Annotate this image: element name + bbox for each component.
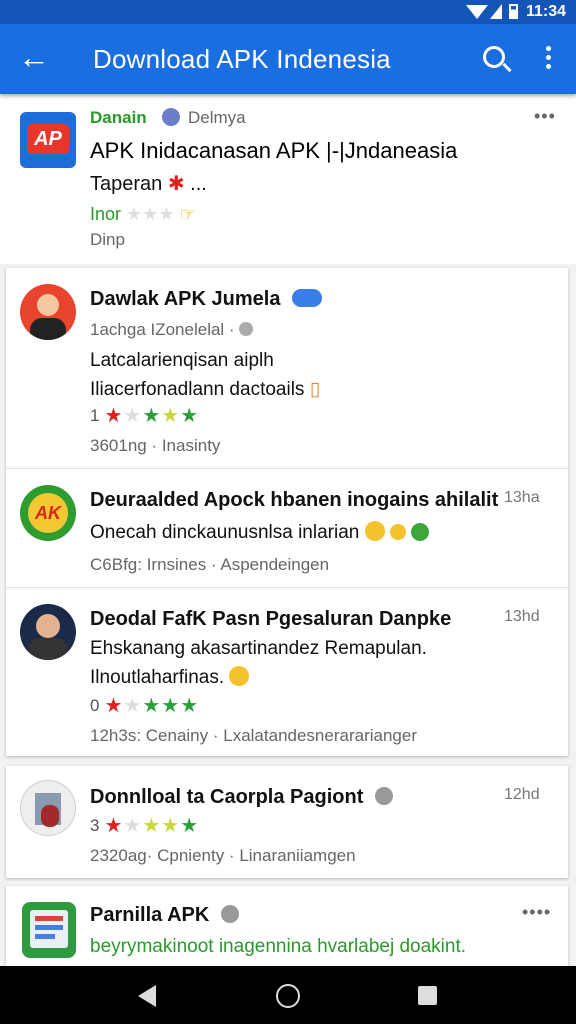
star-icon: ★ (123, 695, 142, 717)
item-meta: Dinp (90, 230, 125, 249)
post-name: Deodal FafK Pasn Pgesaluran Danpke (90, 608, 452, 630)
clock-icon (239, 322, 254, 336)
star-icon: ★ (104, 815, 123, 837)
post-time: 12hd (504, 786, 540, 803)
post-meta: C6Bfg: Irnsines · Aspendeingen (90, 555, 330, 574)
post-name: Deuraalded Apock hbanen inogains ahilali… (90, 489, 499, 511)
source-label: Danain (90, 108, 147, 127)
avatar (20, 284, 76, 340)
battery-icon (509, 4, 518, 19)
item-subtitle-tail: ... (190, 173, 207, 195)
back-arrow-icon[interactable]: ← (18, 41, 52, 76)
star-icon: ★ (142, 815, 161, 837)
star-icon: ★ (123, 405, 142, 427)
page-title: Download APK Indenesia (93, 44, 391, 74)
app-bar: ← Download APK Indenesia (0, 24, 576, 94)
more-vert-icon[interactable] (540, 44, 556, 74)
post-body-line2: Iliacerfonadlann dactoails (90, 379, 305, 400)
item-subtitle: Taperan (90, 173, 163, 195)
wifi-icon (466, 5, 488, 19)
post-body-line2: Ilnoutlaharfinas. (90, 667, 225, 688)
star-icon: ★ (142, 695, 161, 717)
post-time: 13hd (504, 608, 540, 625)
signal-icon (490, 4, 502, 19)
avatar (20, 604, 76, 660)
emoji-icon (411, 523, 430, 541)
feed-card[interactable]: Parnilla APK •••• beyrymakinoot inagenni… (6, 886, 568, 976)
top-app-item[interactable]: AP Danain Delmya ••• APK Inidacanasan AP… (0, 94, 576, 264)
flag-icon: ✱ (167, 173, 185, 195)
rating-label: Inor (90, 204, 122, 224)
post-body-line1: Ehskanang akasartinandez Remapulan. (90, 638, 427, 659)
nav-home-icon[interactable] (276, 984, 300, 1008)
navigation-bar (0, 966, 576, 1024)
post-body-line1: Onecah dinckaunusnlsa inlarian (90, 522, 360, 543)
list-item[interactable]: AK Deuraalded Apock hbanen inogains ahil… (6, 469, 568, 587)
post-body-line1: beyrymakinoot inagennina hvarlabej doaki… (90, 936, 467, 957)
avatar: AK (20, 485, 76, 541)
app-logo (22, 902, 76, 958)
nav-recents-icon[interactable] (418, 986, 437, 1005)
item-title: APK Inidacanasan APK |-|Jndaneasia (90, 138, 458, 163)
globe-icon (162, 108, 180, 126)
star-icon: ★ (104, 695, 123, 717)
star-icon: ★ (161, 405, 180, 427)
post-handle: 1achga IZonelelal · (90, 320, 235, 339)
more-icon[interactable]: •••• (522, 902, 551, 923)
star-icon: ★★★ (126, 204, 175, 224)
rating-stars: 0 ★ ★ ★ ★ ★ (90, 696, 198, 716)
rating-stars: 3 ★ ★ ★ ★ ★ (90, 816, 198, 836)
status-time: 11:34 (525, 3, 566, 20)
post-body-line1: Latcalarienqisan aiplh (90, 350, 274, 371)
post-name: Donnlloal ta Caorpla Pagiont (90, 786, 364, 808)
star-icon: ★ (161, 815, 180, 837)
star-icon: ★ (180, 405, 199, 427)
rating-number: 3 (90, 816, 100, 835)
post-meta: 2320ag· Cpnienty · Linaraniiamgen (90, 846, 356, 865)
star-icon: ★ (104, 405, 123, 427)
rating-number: 1 (90, 406, 100, 425)
nav-back-icon[interactable] (138, 985, 156, 1007)
verified-icon (220, 905, 239, 923)
star-icon: ★ (180, 695, 199, 717)
feed-card[interactable]: Donnlloal ta Caorpla Pagiont 12hd 3 ★ ★ … (6, 766, 568, 878)
post-meta: 12h3s: Cenainy · Lxalatandesnerarariange… (90, 726, 417, 745)
search-icon[interactable] (483, 46, 505, 68)
avatar (20, 780, 76, 836)
post-meta: 3601ng · Inasinty (90, 436, 221, 455)
status-bar: 11:34 (0, 0, 576, 24)
star-icon: ★ (142, 405, 161, 427)
post-name: Dawlak APK Jumela (90, 288, 281, 310)
post-time: 13ha (504, 489, 540, 506)
more-icon[interactable]: ••• (534, 106, 556, 127)
emoji-icon (229, 666, 250, 686)
emoji-icon (364, 521, 385, 541)
star-icon: ★ (123, 815, 142, 837)
star-icon: ★ (180, 815, 199, 837)
source-sub: Delmya (188, 108, 246, 127)
rating-stars: 1 ★ ★ ★ ★ ★ (90, 406, 198, 426)
rating-number: 0 (90, 696, 100, 715)
feed-card: Dawlak APK Jumela 1achga IZonelelal · La… (6, 268, 568, 756)
list-item[interactable]: Deodal FafK Pasn Pgesaluran Danpke 13hd … (6, 588, 568, 756)
emoji-icon (389, 524, 406, 540)
post-name: Parnilla APK (90, 904, 210, 926)
list-item[interactable]: Dawlak APK Jumela 1achga IZonelelal · La… (6, 268, 568, 468)
verified-icon (374, 787, 393, 805)
app-logo: AP (20, 112, 76, 168)
gift-icon: ▯ (309, 379, 321, 400)
star-icon: ★ (161, 695, 180, 717)
pointer-icon: ☞ (179, 204, 196, 224)
verified-icon (292, 289, 323, 307)
